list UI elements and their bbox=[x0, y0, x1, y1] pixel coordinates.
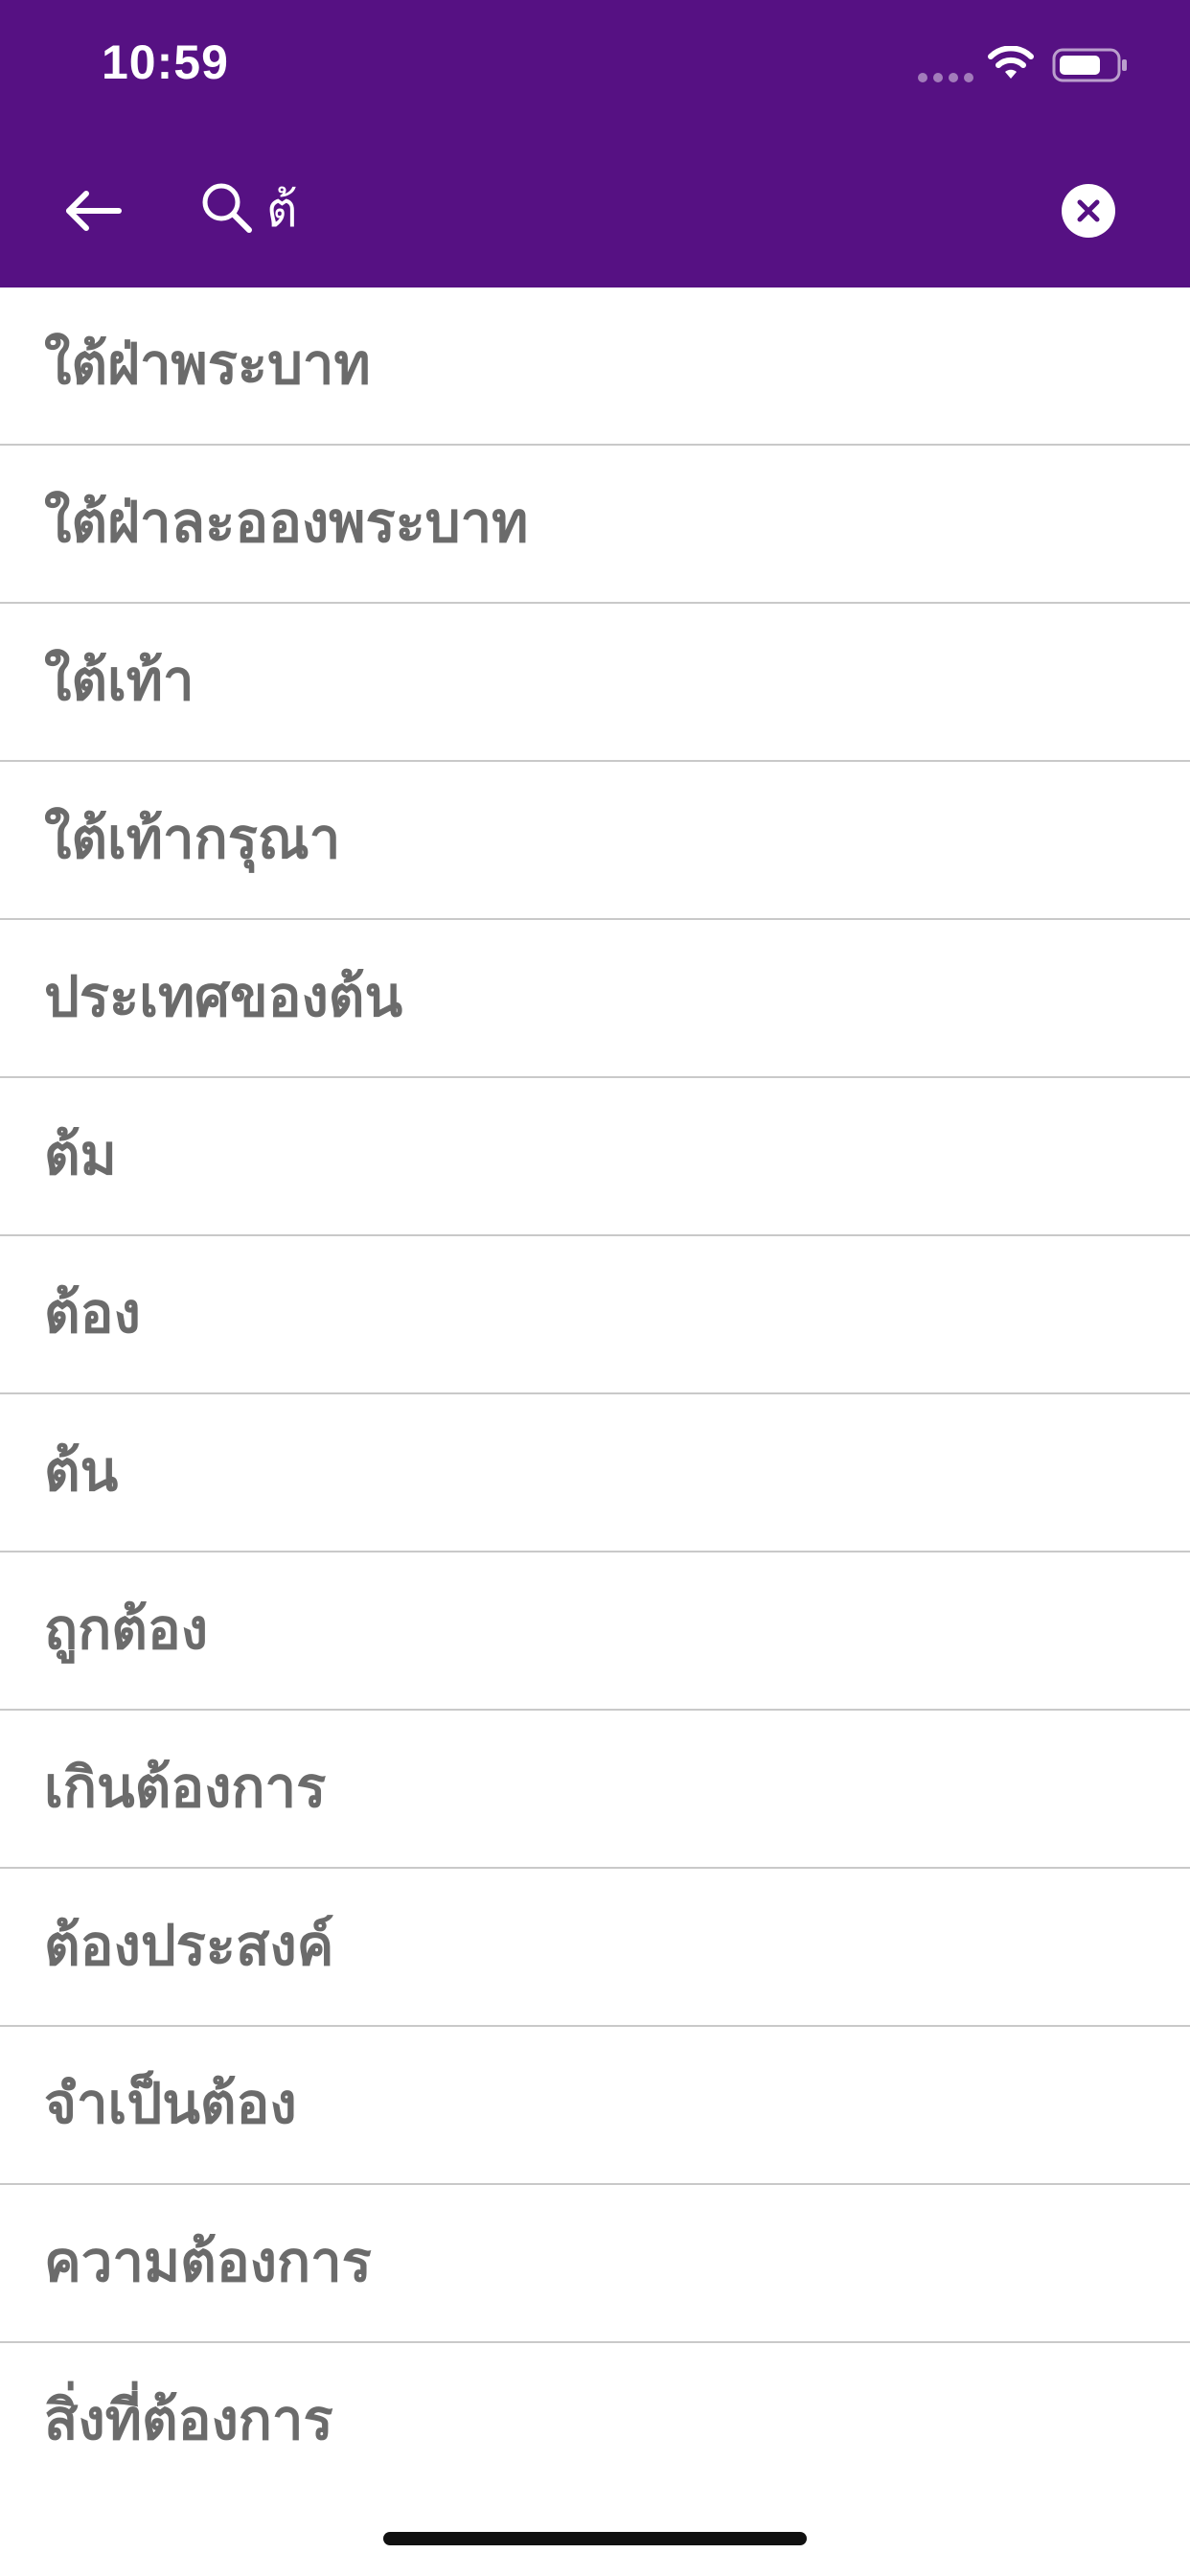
status-time: 10:59 bbox=[102, 35, 229, 89]
list-item-label: ต้องประสงค์ bbox=[44, 1913, 334, 1978]
list-item-label: จำเป็นต้อง bbox=[44, 2071, 297, 2136]
list-item-label: ต้ม bbox=[44, 1122, 117, 1187]
list-item-label: ต้อง bbox=[44, 1280, 141, 1346]
list-item-label: ใต้ฝ่าพระบาท bbox=[44, 332, 371, 397]
list-item[interactable]: เกินต้องการ bbox=[0, 1711, 1190, 1869]
header: 10:59 bbox=[0, 0, 1190, 288]
search-icon bbox=[202, 183, 252, 233]
list-item-label: ต้น bbox=[44, 1438, 119, 1504]
list-item-label: ใต้ฝ่าละอองพระบาท bbox=[44, 490, 529, 555]
list-item-label: ถูกต้อง bbox=[44, 1597, 209, 1662]
search-input[interactable] bbox=[266, 167, 995, 253]
list-item-label: ใต้เท้ากรุณา bbox=[44, 806, 341, 871]
back-button[interactable] bbox=[54, 172, 130, 249]
clear-circle-x-icon bbox=[1077, 199, 1100, 222]
search-bar bbox=[0, 134, 1190, 288]
clear-search-button[interactable] bbox=[1062, 184, 1115, 238]
status-bar: 10:59 bbox=[0, 0, 1190, 134]
list-item[interactable]: ใต้เท้า bbox=[0, 604, 1190, 762]
list-item[interactable]: ใต้ฝ่าพระบาท bbox=[0, 288, 1190, 446]
list-item[interactable]: จำเป็นต้อง bbox=[0, 2027, 1190, 2185]
list-item[interactable]: ถูกต้อง bbox=[0, 1552, 1190, 1711]
list-item-label: ประเทศของต้น bbox=[44, 964, 403, 1029]
battery-icon bbox=[1052, 48, 1127, 82]
list-item[interactable]: ต้น bbox=[0, 1394, 1190, 1552]
signal-dots-icon bbox=[918, 73, 973, 82]
arrow-left-icon bbox=[66, 191, 122, 231]
list-item-label: ความต้องการ bbox=[44, 2229, 372, 2294]
wifi-icon bbox=[988, 46, 1034, 79]
list-item-label: สิ่งที่ต้องการ bbox=[44, 2387, 333, 2452]
list-item[interactable]: ต้องประสงค์ bbox=[0, 1869, 1190, 2027]
results-list: ใต้ฝ่าพระบาทใต้ฝ่าละอองพระบาทใต้เท้าใต้เ… bbox=[0, 288, 1190, 2501]
list-item[interactable]: ความต้องการ bbox=[0, 2185, 1190, 2343]
list-item[interactable]: ต้อง bbox=[0, 1236, 1190, 1394]
home-indicator bbox=[383, 2532, 807, 2545]
list-item[interactable]: ใต้ฝ่าละอองพระบาท bbox=[0, 446, 1190, 604]
list-item[interactable]: ประเทศของต้น bbox=[0, 920, 1190, 1078]
list-item-label: ใต้เท้า bbox=[44, 648, 195, 713]
list-item[interactable]: สิ่งที่ต้องการ bbox=[0, 2343, 1190, 2501]
list-item[interactable]: ใต้เท้ากรุณา bbox=[0, 762, 1190, 920]
list-item-label: เกินต้องการ bbox=[44, 1755, 327, 1820]
list-item[interactable]: ต้ม bbox=[0, 1078, 1190, 1236]
screen: 10:59 ต้ ใต้ฝ่าพระบาท ใต้ฝ่าละอองพระบาท … bbox=[0, 0, 1190, 2576]
